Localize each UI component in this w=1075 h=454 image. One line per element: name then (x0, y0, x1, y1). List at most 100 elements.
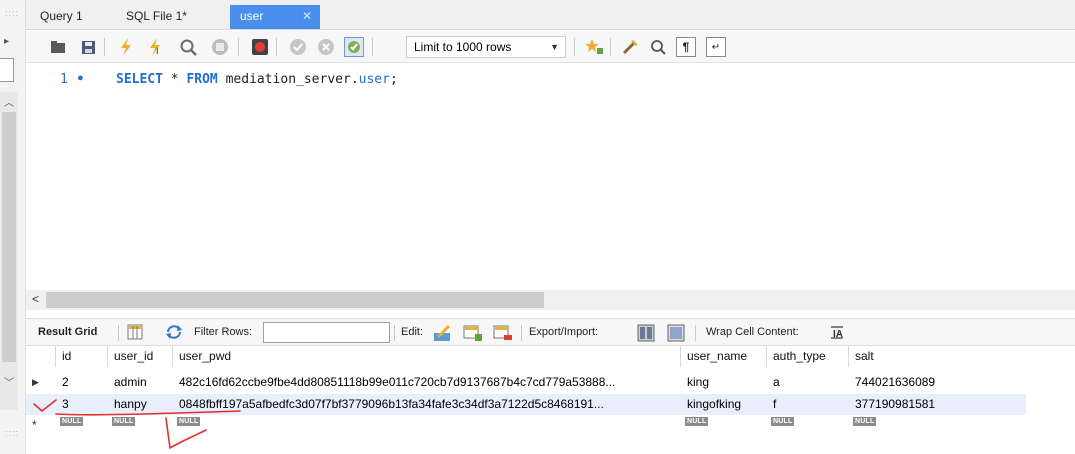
wrap-cell-content-label: Wrap Cell Content: (706, 326, 799, 338)
editor-horizontal-scrollbar[interactable]: < (26, 290, 1075, 310)
tab-sql-file-1[interactable]: SQL File 1* (116, 5, 212, 29)
commit-icon[interactable] (288, 37, 308, 57)
result-grid-label[interactable]: Result Grid (38, 326, 97, 338)
toolbar-separator (521, 325, 522, 341)
scroll-up-icon[interactable]: ︿ (4, 94, 14, 109)
table-row[interactable]: 3 hanpy 0848fbff197a5afbedfc3d07f7bf3779… (26, 394, 1026, 415)
sql-star: * (162, 72, 187, 87)
workbench-window: :::: ▸ ︿ ﹀ :::: Query 1 SQL File 1* user… (0, 0, 1075, 454)
cell-user-pwd[interactable]: 482c16fd62ccbe9fbe4dd80851118b99e011c720… (173, 372, 681, 393)
tab-label: SQL File 1* (126, 9, 187, 23)
table-row[interactable]: ▶ 2 admin 482c16fd62ccbe9fbe4dd80851118b… (26, 372, 1026, 393)
execute-current-icon[interactable]: I (146, 37, 166, 57)
sql-schema: mediation_server. (217, 72, 359, 87)
export-import-label: Export/Import: (529, 326, 599, 338)
tab-user[interactable]: user ✕ (230, 5, 320, 29)
export-icon[interactable] (637, 324, 655, 342)
splitter-grip-bottom[interactable]: :::: (5, 428, 19, 438)
cell-user-name[interactable]: king (681, 372, 767, 393)
column-header-salt[interactable]: salt (849, 346, 1026, 367)
tab-query-1[interactable]: Query 1 (30, 5, 110, 29)
sql-keyword-from: FROM (186, 72, 218, 87)
edit-label: Edit: (401, 326, 424, 338)
toolbar-separator (238, 38, 239, 56)
editor-tab-bar: Query 1 SQL File 1* user ✕ (26, 0, 1075, 30)
toolbar-separator (276, 38, 277, 56)
invisible-chars-icon[interactable]: ¶ (676, 37, 696, 57)
splitter-grip-top[interactable]: :::: (5, 8, 19, 18)
cell-user-id[interactable]: hanpy (108, 394, 173, 415)
null-badge[interactable]: NULL (60, 417, 84, 426)
grid-header-row: id user_id user_pwd user_name auth_type … (26, 346, 1026, 367)
cell-id[interactable]: 3 (56, 394, 108, 415)
find-icon[interactable] (648, 37, 668, 57)
row-header-corner (26, 346, 56, 367)
editor-vertical-scrollbar[interactable]: ︿ ﹀ (0, 92, 18, 410)
left-panel-strip: :::: ▸ ︿ ﹀ :::: (0, 0, 26, 454)
cell-user-id[interactable]: admin (108, 372, 173, 393)
delete-row-icon[interactable] (493, 324, 512, 342)
autocommit-icon[interactable] (344, 37, 364, 57)
result-toolbar: Result Grid Filter Rows: Edit: Export/Im… (26, 318, 1075, 346)
column-header-user-pwd[interactable]: user_pwd (173, 346, 681, 367)
rollback-icon[interactable] (316, 37, 336, 57)
stop-icon[interactable] (210, 37, 230, 57)
panel-toggle[interactable] (0, 58, 14, 82)
scroll-thumb[interactable] (46, 292, 544, 308)
filter-rows-input[interactable] (263, 322, 390, 343)
column-header-auth-type[interactable]: auth_type (767, 346, 849, 367)
toolbar-separator (372, 38, 373, 56)
statement-marker-icon: ● (77, 72, 84, 84)
scroll-left-icon[interactable]: < (32, 292, 39, 306)
wrap-cell-toggle-icon[interactable]: IA (829, 324, 847, 342)
sql-table: user (358, 72, 390, 87)
edit-row-icon[interactable] (433, 324, 451, 342)
add-row-icon[interactable] (463, 324, 482, 342)
cell-user-pwd[interactable]: 0848fbff197a5afbedfc3d07f7bf3779096b13fa… (173, 394, 681, 415)
cell-user-name[interactable]: kingofking (681, 394, 767, 415)
cell-id[interactable]: 2 (56, 372, 108, 393)
refresh-icon[interactable] (165, 324, 183, 342)
limit-rows-label: Limit to 1000 rows (414, 40, 512, 54)
import-icon[interactable] (667, 324, 685, 342)
null-badge[interactable]: NULL (771, 417, 795, 426)
column-header-user-id[interactable]: user_id (108, 346, 173, 367)
cell-auth-type[interactable]: f (767, 394, 849, 415)
null-badge[interactable]: NULL (177, 417, 201, 426)
wrap-icon[interactable]: ↵ (706, 37, 726, 57)
toggle-error-icon[interactable] (250, 37, 270, 57)
scroll-thumb[interactable] (2, 112, 16, 362)
null-badge[interactable]: NULL (112, 417, 136, 426)
current-row-icon: ▶ (32, 377, 39, 387)
save-icon[interactable] (78, 37, 98, 57)
toolbar-separator (104, 38, 105, 56)
toolbar-separator (610, 38, 611, 56)
cell-auth-type[interactable]: a (767, 372, 849, 393)
limit-rows-select[interactable]: Limit to 1000 rows ▼ (406, 36, 566, 58)
filter-rows-label: Filter Rows: (194, 326, 253, 338)
null-badge[interactable]: NULL (685, 417, 709, 426)
chevron-down-icon: ▼ (550, 42, 559, 52)
sql-editor[interactable]: 1 ● SELECT * FROM mediation_server.user; (26, 64, 1075, 290)
beautify-icon[interactable] (620, 37, 640, 57)
cell-salt[interactable]: 744021636089 (849, 372, 1026, 393)
explain-icon[interactable] (178, 37, 198, 57)
open-folder-icon[interactable] (48, 37, 68, 57)
sql-editor-toolbar: I Limit to 1000 rows ▼ ¶ ↵ (26, 31, 1075, 63)
close-icon[interactable]: ✕ (302, 5, 312, 27)
sql-semicolon: ; (389, 72, 398, 87)
new-row[interactable]: * NULL NULL NULL NULL NULL NULL (26, 414, 1026, 432)
column-header-user-name[interactable]: user_name (681, 346, 767, 367)
scroll-down-icon[interactable]: ﹀ (4, 374, 14, 389)
grid-icon[interactable] (127, 324, 145, 342)
cell-salt[interactable]: 377190981581 (849, 394, 1026, 415)
null-badge[interactable]: NULL (853, 417, 877, 426)
new-row-marker: * (32, 418, 37, 432)
collapse-arrow-icon[interactable]: ▸ (4, 36, 9, 47)
sql-code-line[interactable]: SELECT * FROM mediation_server.user; (116, 72, 398, 87)
toolbar-separator (394, 325, 395, 341)
execute-icon[interactable] (116, 37, 136, 57)
tab-label: user (240, 9, 264, 23)
bookmark-icon[interactable] (584, 37, 604, 57)
column-header-id[interactable]: id (56, 346, 108, 367)
